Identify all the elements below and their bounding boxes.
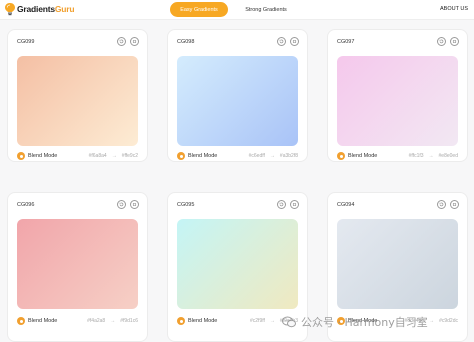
gradient-card: CG098 Blend Mode #c6edff → #a3b2f8 [167,29,308,162]
copy-icon[interactable] [130,37,139,46]
rotate-icon[interactable] [117,200,126,209]
card-actions [273,37,299,46]
logo-icon [5,3,15,16]
hex-to[interactable]: #c9d2dc [439,318,458,324]
blend-mode-icon[interactable] [177,317,185,325]
rotate-icon[interactable] [277,37,286,46]
gradient-hex-values: #c6edff → #a3b2f8 [249,153,298,159]
card-actions [273,200,299,209]
watermark-text: 公众号 · Harmony自习室 [301,316,428,329]
card-actions [113,200,139,209]
arrow-icon: → [269,153,275,159]
gradient-hex-values: #f4a2a8 → #f9d1c6 [87,318,138,324]
logo-text-part2: Guru [54,4,75,14]
gradient-code: CG099 [17,39,35,45]
card-actions [433,200,459,209]
arrow-icon: → [428,153,434,159]
gradient-swatch[interactable] [17,219,138,309]
copy-icon[interactable] [290,37,299,46]
gradient-code: CG096 [17,202,35,208]
blend-mode-icon[interactable] [337,152,345,160]
copy-icon[interactable] [290,200,299,209]
card-footer: Blend Mode #c6edff → #a3b2f8 [177,152,298,160]
blend-mode-label[interactable]: Blend Mode [28,153,57,159]
gradient-card: CG099 Blend Mode #f6a8a4 → #ffe9c2 [7,29,148,162]
gradient-hex-values: #ffc1f3 → #e8e0ed [409,153,458,159]
gradient-swatch[interactable] [337,219,458,309]
rotate-icon[interactable] [437,37,446,46]
rotate-icon[interactable] [277,200,286,209]
card-actions [113,37,139,46]
gradient-code: CG098 [177,39,195,45]
hex-from[interactable]: #c6edff [249,153,265,159]
hex-to[interactable]: #e8e0ed [439,153,458,159]
card-footer: Blend Mode #c2f9ff → #f0e6b3 [177,317,298,325]
arrow-icon: → [429,318,435,324]
hex-to[interactable]: #f9d1c6 [120,318,138,324]
gradient-code: CG095 [177,202,195,208]
gradient-code: CG094 [337,202,355,208]
arrow-icon: → [269,318,275,324]
gradient-swatch[interactable] [177,56,298,146]
hex-from[interactable]: #f4a2a8 [87,318,105,324]
blend-mode-label[interactable]: Blend Mode [348,153,377,159]
gradient-swatch[interactable] [337,56,458,146]
arrow-icon: → [110,318,116,324]
blend-mode-icon[interactable] [17,317,25,325]
blend-mode-label[interactable]: Blend Mode [188,318,217,324]
tab-easy-gradients[interactable]: Easy Gradients [170,2,228,17]
blend-mode-label[interactable]: Blend Mode [188,153,217,159]
card-footer: Blend Mode #ffc1f3 → #e8e0ed [337,152,458,160]
hex-from[interactable]: #c2f9ff [250,318,265,324]
about-us-link[interactable]: ABOUT US [440,6,468,12]
top-nav: GradientsGuru Easy Gradients Strong Grad… [0,0,474,20]
blend-mode-label[interactable]: Blend Mode [28,318,57,324]
gradient-card: CG097 Blend Mode #ffc1f3 → #e8e0ed [327,29,468,162]
card-footer: Blend Mode #f6a8a4 → #ffe9c2 [17,152,138,160]
logo-text: GradientsGuru [17,4,75,14]
blend-mode-icon[interactable] [17,152,25,160]
rotate-icon[interactable] [117,37,126,46]
arrow-icon: → [111,153,117,159]
tab-strong-gradients[interactable]: Strong Gradients [230,2,302,17]
card-actions [433,37,459,46]
hex-from[interactable]: #ffc1f3 [409,153,424,159]
hex-to[interactable]: #a3b2f8 [280,153,298,159]
wechat-icon [282,316,296,328]
watermark: 公众号 · Harmony自习室 [282,314,428,330]
hex-to[interactable]: #ffe9c2 [122,153,138,159]
copy-icon[interactable] [450,200,459,209]
gradient-hex-values: #f6a8a4 → #ffe9c2 [89,153,138,159]
rotate-icon[interactable] [437,200,446,209]
logo-text-part1: Gradients [17,4,55,14]
blend-mode-icon[interactable] [177,152,185,160]
card-footer: Blend Mode #f4a2a8 → #f9d1c6 [17,317,138,325]
gradient-code: CG097 [337,39,355,45]
copy-icon[interactable] [450,37,459,46]
gradient-swatch[interactable] [17,56,138,146]
gradient-card: CG096 Blend Mode #f4a2a8 → #f9d1c6 [7,192,148,342]
logo[interactable]: GradientsGuru [4,2,75,16]
hex-from[interactable]: #f6a8a4 [89,153,107,159]
gradient-swatch[interactable] [177,219,298,309]
copy-icon[interactable] [130,200,139,209]
gradient-tabs: Easy Gradients Strong Gradients [170,2,302,17]
